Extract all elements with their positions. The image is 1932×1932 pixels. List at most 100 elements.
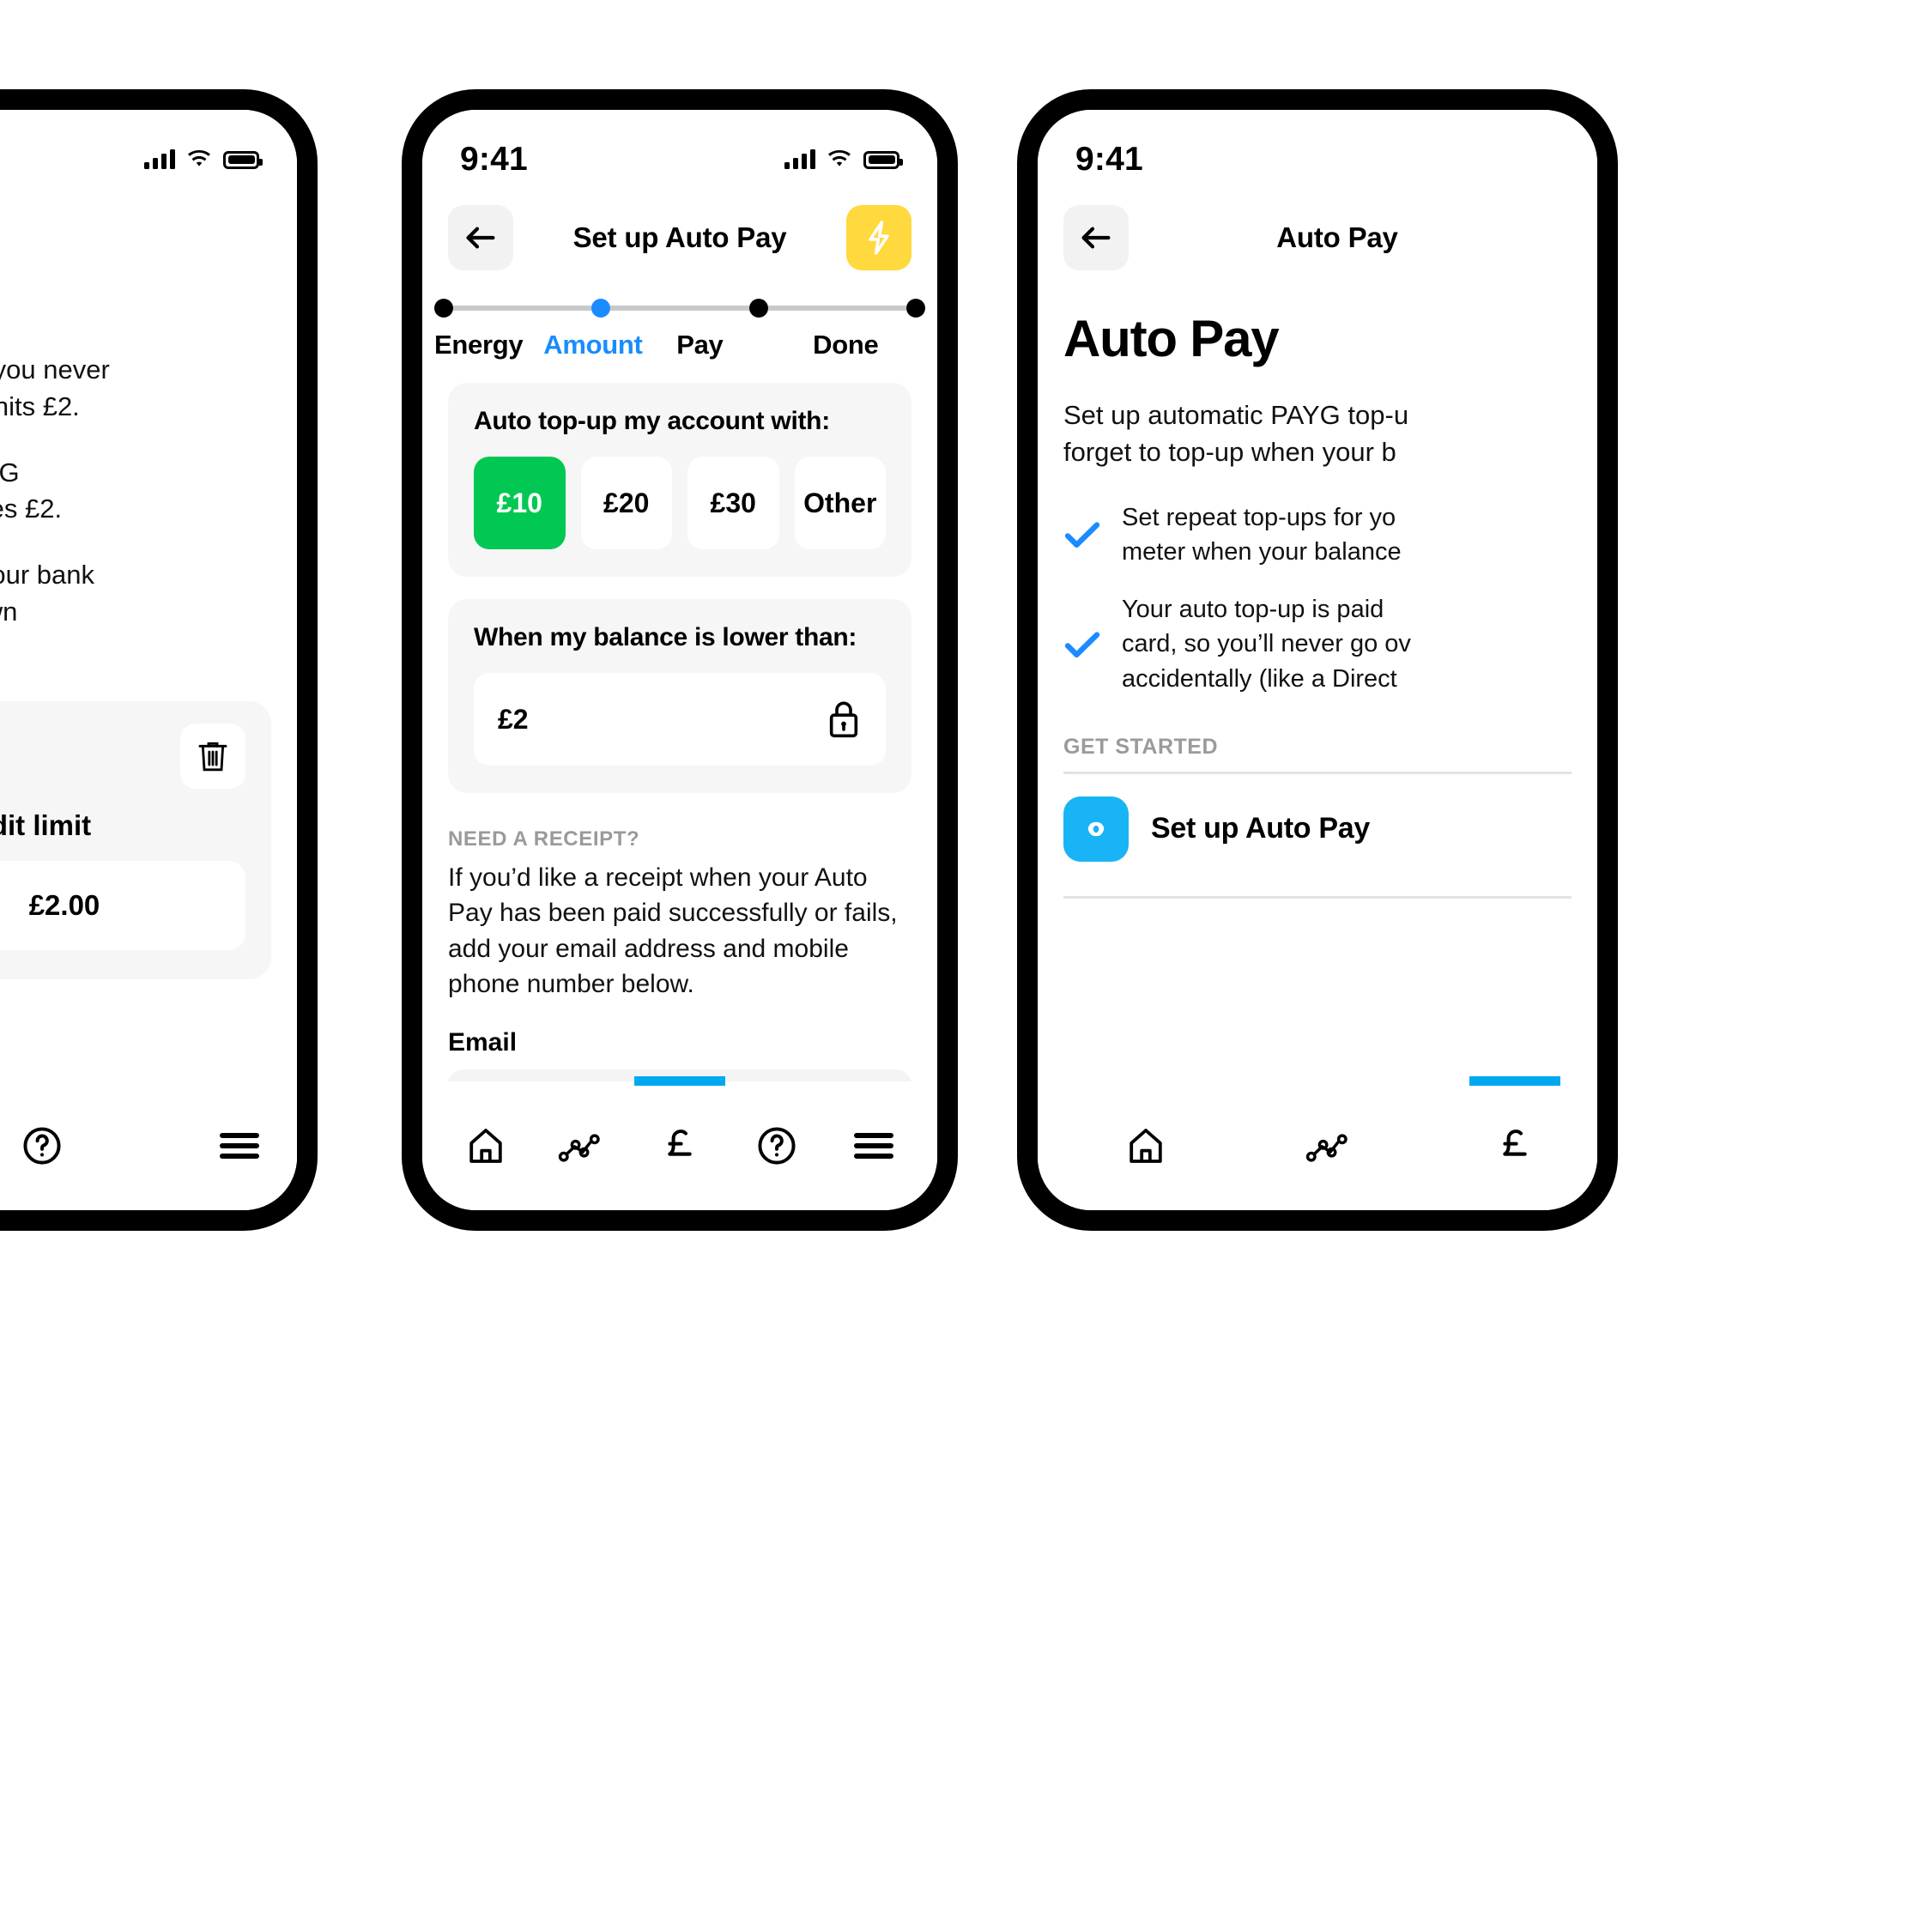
tab-menu-left[interactable] bbox=[141, 1081, 297, 1210]
stepper-segment bbox=[610, 306, 749, 311]
phone-right-screen: 9:41 Auto Pay Auto Pay Set up automatic … bbox=[1038, 110, 1597, 1210]
topup-amount-options: £10 £20 £30 Other bbox=[474, 457, 886, 549]
step-label-amount: Amount bbox=[543, 330, 643, 360]
battery-icon bbox=[863, 150, 903, 169]
navbar-left: Auto Pay bbox=[0, 184, 297, 280]
left-paragraph-3: op-up is paid with your bank ll never go… bbox=[0, 560, 95, 627]
battery-icon bbox=[223, 150, 263, 169]
line-chart-icon bbox=[558, 1126, 608, 1166]
amount-option-10[interactable]: £10 bbox=[474, 457, 566, 549]
tabbar-middle bbox=[422, 1081, 937, 1210]
tab-home-right[interactable] bbox=[1053, 1081, 1238, 1210]
benefits-checklist: Set repeat top-ups for yo meter when you… bbox=[1063, 500, 1572, 697]
right-content: Auto Pay Set up automatic PAYG top-u for… bbox=[1038, 309, 1597, 899]
right-intro: Set up automatic PAYG top-u forget to to… bbox=[1063, 400, 1409, 467]
step-label-done: Done bbox=[813, 330, 879, 360]
phone-right: 9:41 Auto Pay Auto Pay Set up automatic … bbox=[1017, 89, 1618, 1231]
question-circle-icon bbox=[21, 1124, 64, 1167]
navbar-middle: Set up Auto Pay bbox=[422, 184, 937, 280]
list-item: Your auto top-up is paid card, so you’ll… bbox=[1063, 592, 1572, 697]
threshold-value: £2 bbox=[498, 703, 529, 735]
tab-usage-right[interactable] bbox=[1238, 1081, 1422, 1210]
tab-help-left[interactable] bbox=[0, 1081, 141, 1210]
step-dot-pay[interactable] bbox=[748, 299, 768, 318]
stepper-segment bbox=[767, 306, 906, 311]
step-dot-done[interactable] bbox=[905, 299, 925, 318]
tab-home-middle[interactable] bbox=[438, 1081, 535, 1210]
tab-menu-middle[interactable] bbox=[825, 1081, 922, 1210]
tabbar-left bbox=[0, 1081, 297, 1210]
hamburger-menu-icon bbox=[217, 1129, 262, 1163]
wifi-icon bbox=[186, 150, 212, 169]
threshold-card-title: When my balance is lower than: bbox=[474, 623, 857, 651]
topup-amount-card: Auto top-up my account with: £10 £20 £30… bbox=[448, 383, 911, 577]
receipt-section-label: NEED A RECEIPT? bbox=[448, 827, 640, 851]
get-started-label: GET STARTED bbox=[1063, 734, 1219, 759]
status-icons bbox=[144, 149, 263, 169]
pound-icon bbox=[659, 1123, 700, 1168]
infinity-icon bbox=[1063, 796, 1129, 862]
home-icon bbox=[1125, 1125, 1166, 1166]
amount-option-other[interactable]: Other bbox=[794, 457, 886, 549]
amount-option-20[interactable]: £20 bbox=[580, 457, 672, 549]
left-paragraph-1: c PAYG top-ups so you never when your ba… bbox=[0, 354, 110, 421]
topup-card-title: Auto top-up my account with: bbox=[474, 407, 830, 435]
navbar-right: Auto Pay bbox=[1038, 184, 1597, 280]
divider-bottom bbox=[1063, 895, 1572, 899]
phone-middle-screen: 9:41 Set up Auto Pay Energy Amount Pay D… bbox=[422, 110, 937, 1210]
amount-option-30[interactable]: £30 bbox=[687, 457, 779, 549]
right-heading: Auto Pay bbox=[1063, 310, 1280, 367]
signal-bars-icon bbox=[784, 149, 815, 169]
step-dot-energy[interactable] bbox=[434, 299, 453, 318]
status-bar-right: 9:41 bbox=[1038, 110, 1597, 184]
credit-limit-value[interactable]: £2.00 bbox=[0, 861, 245, 951]
delete-button[interactable] bbox=[180, 724, 245, 790]
status-time-middle: 9:41 bbox=[460, 141, 528, 178]
status-time-right: 9:41 bbox=[1075, 141, 1143, 178]
stepper-labels: Energy Amount Pay Done bbox=[434, 330, 925, 360]
left-content: c PAYG top-ups so you never when your ba… bbox=[0, 352, 297, 980]
wifi-icon bbox=[827, 150, 852, 169]
stepper-segment bbox=[453, 306, 592, 311]
step-label-pay: Pay bbox=[676, 330, 724, 360]
back-button[interactable] bbox=[448, 205, 513, 270]
set-up-auto-pay-label: Set up Auto Pay bbox=[1151, 812, 1370, 845]
left-paragraph-2: op-ups for your PAYG your balance reache… bbox=[0, 457, 63, 524]
phone-left-screen: Auto Pay c PAYG top-ups so you never whe… bbox=[0, 110, 297, 1210]
set-up-auto-pay-row[interactable]: Set up Auto Pay bbox=[1063, 774, 1572, 884]
balance-threshold-card: When my balance is lower than: £2 bbox=[448, 599, 911, 793]
back-button-right[interactable] bbox=[1063, 205, 1129, 270]
step-dot-amount[interactable] bbox=[591, 299, 611, 318]
page-title-middle: Set up Auto Pay bbox=[572, 221, 787, 253]
tab-usage-middle[interactable] bbox=[535, 1081, 632, 1210]
trash-icon bbox=[196, 737, 230, 775]
step-label-energy: Energy bbox=[434, 330, 524, 360]
list-item-label: Set repeat top-ups for yo meter when you… bbox=[1122, 503, 1402, 566]
phone-middle: 9:41 Set up Auto Pay Energy Amount Pay D… bbox=[402, 89, 958, 1231]
screenshot-stage: Auto Pay c PAYG top-ups so you never whe… bbox=[0, 0, 1932, 1932]
lock-icon bbox=[826, 699, 862, 740]
status-bar-middle: 9:41 bbox=[422, 110, 937, 184]
home-icon bbox=[465, 1125, 506, 1166]
tab-help-middle[interactable] bbox=[728, 1081, 825, 1210]
hamburger-menu-icon bbox=[851, 1129, 896, 1163]
question-circle-icon bbox=[755, 1124, 798, 1167]
tabbar-right bbox=[1038, 1081, 1597, 1210]
pound-icon bbox=[1494, 1123, 1535, 1168]
list-item: Set repeat top-ups for yo meter when you… bbox=[1063, 500, 1572, 570]
email-label: Email bbox=[448, 1027, 518, 1057]
status-bar-left bbox=[0, 110, 297, 184]
credit-limit-label: Credit limit bbox=[0, 809, 92, 842]
tab-pound-middle[interactable] bbox=[632, 1081, 729, 1210]
lightning-action-button[interactable] bbox=[846, 205, 911, 270]
arrow-left-icon bbox=[463, 224, 499, 251]
lightning-bolt-icon bbox=[864, 219, 893, 257]
threshold-field[interactable]: £2 bbox=[474, 673, 886, 766]
tab-pound-right[interactable] bbox=[1422, 1081, 1597, 1210]
page-title-right: Auto Pay bbox=[1276, 221, 1398, 253]
setup-stepper: Energy Amount Pay Done bbox=[434, 299, 925, 360]
status-icons-middle bbox=[784, 149, 903, 169]
signal-bars-icon bbox=[144, 149, 175, 169]
check-icon bbox=[1063, 630, 1101, 659]
credit-limit-row: £2.00 bbox=[0, 861, 245, 951]
